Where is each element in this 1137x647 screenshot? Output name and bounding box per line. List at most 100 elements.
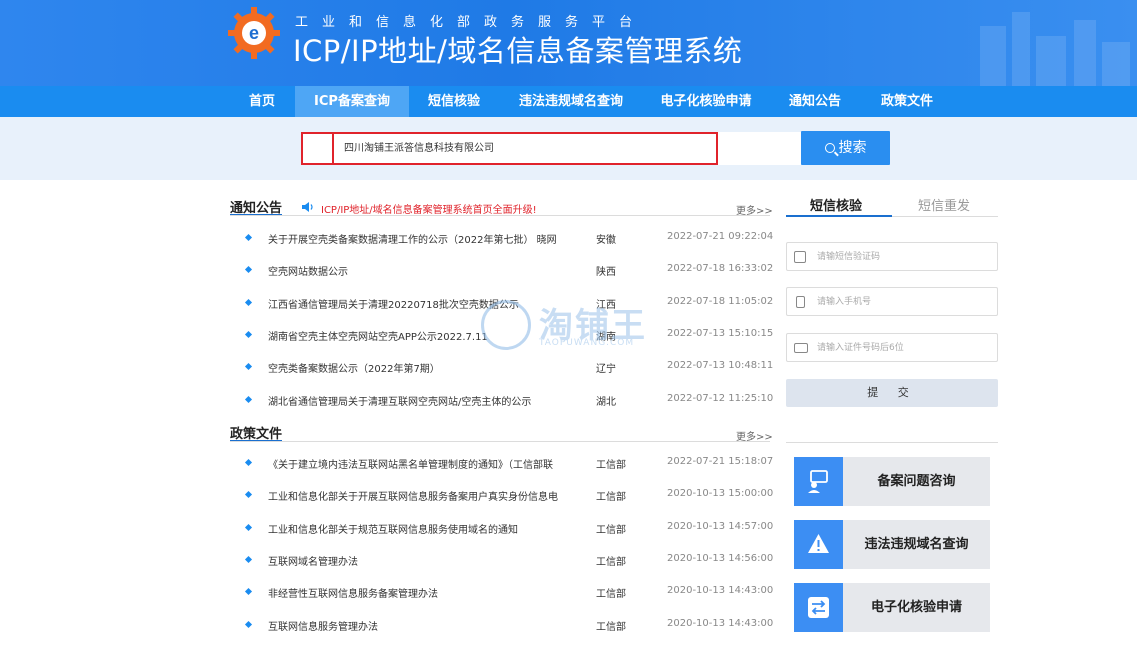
notice-banner-link[interactable]: ICP/IP地址/域名信息备案管理系统首页全面升级!	[321, 201, 537, 216]
card-label: 电子化核验申请	[870, 600, 962, 615]
header-building-graphic	[980, 26, 1006, 86]
search-band: 四川淘铺王派答信息科技有限公司 搜索	[0, 117, 1137, 180]
bullet-icon	[244, 266, 253, 274]
bullet-icon	[244, 395, 253, 403]
policy-region: 工信部	[596, 589, 626, 601]
tab-sms-verify[interactable]: 短信核验	[810, 195, 862, 214]
search-icon	[824, 143, 835, 153]
divider	[230, 441, 770, 442]
notice-region: 辽宁	[596, 364, 616, 376]
phone-icon	[796, 296, 805, 308]
policy-region: 工信部	[596, 460, 626, 471]
policy-title[interactable]: 互联网域名管理办法	[268, 553, 558, 568]
notice-row[interactable]: 空壳网站数据公示 陕西 2022-07-18 16:33:02	[230, 263, 774, 281]
phone-input[interactable]	[817, 293, 987, 311]
policy-row[interactable]: 互联网域名管理办法 工信部 2020-10-13 14:56:00	[230, 552, 774, 571]
policy-title[interactable]: 《关于建立境内违法互联网站黑名单管理制度的通知》（工信部联	[268, 456, 558, 471]
bullet-icon	[244, 233, 253, 242]
policy-title[interactable]: 互联网信息服务管理办法	[268, 618, 558, 633]
bullet-icon	[244, 298, 253, 306]
bullet-icon	[244, 588, 253, 596]
policy-date: 2020-10-13 14:43:00	[667, 585, 774, 597]
speaker-icon	[302, 202, 313, 212]
notice-row[interactable]: 空壳类备案数据公示（2022年第7期） 辽宁 2022-07-13 10:48:11	[230, 360, 773, 378]
notice-date: 2022-07-18 16:33:02	[667, 263, 774, 275]
bullet-icon	[244, 491, 253, 499]
tab-sms-resend[interactable]: 短信重发	[918, 195, 970, 214]
header-title: ICP/IP地址/域名信息备案管理系统	[293, 34, 743, 68]
notice-region: 陕西	[596, 267, 616, 279]
bullet-icon	[244, 555, 253, 563]
notice-region: 湖北	[596, 396, 616, 408]
search-input-highlight	[301, 132, 333, 165]
warning-icon	[794, 520, 843, 569]
notice-title[interactable]: 空壳类备案数据公示（2022年第7期）	[268, 360, 558, 375]
notice-title[interactable]: 湖北省通信管理局关于清理互联网空壳网站/空壳主体的公示	[268, 393, 558, 408]
ministry-logo: e	[228, 7, 280, 59]
policy-region: 工信部	[596, 524, 626, 536]
notice-region: 安徽	[596, 235, 616, 246]
message-icon	[794, 251, 806, 263]
notice-row[interactable]: 湖北省通信管理局关于清理互联网空壳网站/空壳主体的公示 湖北 2022-07-12 …	[230, 392, 774, 411]
notice-title[interactable]: 关于开展空壳类备案数据清理工作的公示（2022年第七批） 晓网	[268, 231, 558, 246]
card-label: 违法违规域名查询	[864, 537, 969, 552]
policy-region: 工信部	[596, 556, 626, 568]
nav-policies[interactable]: 政策文件	[870, 86, 944, 117]
search-input[interactable]: 四川淘铺王派答信息科技有限公司	[332, 132, 718, 165]
bullet-icon	[244, 620, 253, 628]
policy-date: 2020-10-13 14:57:00	[667, 520, 774, 532]
policy-date: 2022-07-21 15:18:07	[667, 456, 774, 467]
bullet-icon	[244, 330, 253, 338]
submit-button[interactable]: 提 交	[786, 379, 998, 407]
notices-more-link[interactable]: 更多>>	[736, 202, 773, 217]
policy-row[interactable]: 工业和信息化部关于规范互联网信息服务使用域名的通知 工信部 2020-10-13 1…	[230, 520, 774, 539]
notice-date: 2022-07-13 15:10:15	[667, 327, 774, 339]
policy-date: 2020-10-13 14:56:00	[667, 552, 774, 564]
policy-title[interactable]: 非经营性互联网信息服务备案管理办法	[268, 585, 558, 600]
policy-title[interactable]: 工业和信息化部关于规范互联网信息服务使用域名的通知	[268, 521, 558, 536]
search-button-label: 搜索	[838, 140, 867, 156]
id-card-icon	[794, 343, 808, 353]
nav-home[interactable]: 首页	[236, 86, 288, 117]
bullet-icon	[244, 363, 253, 371]
header-building-graphic	[1074, 20, 1096, 86]
card-label: 备案问题咨询	[877, 474, 956, 489]
policy-row[interactable]: 《关于建立境内违法互联网站黑名单管理制度的通知》（工信部联 工信部 2022-07-…	[230, 456, 774, 474]
header-building-graphic	[1012, 12, 1030, 86]
policy-date: 2020-10-13 14:43:00	[667, 617, 774, 629]
notice-date: 2022-07-12 11:25:10	[667, 392, 774, 404]
policy-title[interactable]: 工业和信息化部关于开展互联网信息服务备案用户真实身份信息电	[268, 488, 558, 503]
main-nav: 首页 ICP备案查询 短信核验 违法违规域名查询 电子化核验申请 通知公告 政策…	[0, 86, 1137, 117]
notice-date: 2022-07-18 11:05:02	[667, 295, 774, 307]
nav-illegal-domain[interactable]: 违法违规域名查询	[510, 86, 632, 117]
nav-sms-verify[interactable]: 短信核验	[418, 86, 490, 117]
id-field[interactable]	[786, 333, 998, 362]
watermark-domain: TAOPUWANG.COM	[539, 338, 635, 348]
notice-title[interactable]: 空壳网站数据公示	[268, 263, 558, 278]
active-tab-underline	[786, 215, 892, 217]
notice-row[interactable]: 关于开展空壳类备案数据清理工作的公示（2022年第七批） 晓网 安徽 2022-07…	[230, 231, 773, 249]
policy-row[interactable]: 非经营性互联网信息服务备案管理办法 工信部 2020-10-13 14:43:00	[230, 585, 774, 603]
policy-region: 工信部	[596, 621, 626, 633]
policy-row[interactable]: 互联网信息服务管理办法 工信部 2020-10-13 14:43:00	[230, 617, 774, 636]
phone-field[interactable]	[786, 287, 998, 316]
policy-row[interactable]: 工业和信息化部关于开展互联网信息服务备案用户真实身份信息电 工信部 2020-10-…	[230, 488, 773, 506]
bullet-icon	[244, 458, 253, 467]
header-building-graphic	[1036, 36, 1066, 86]
nav-e-verify[interactable]: 电子化核验申请	[652, 86, 760, 117]
id-input[interactable]	[817, 339, 987, 357]
nav-icp-query[interactable]: ICP备案查询	[295, 86, 409, 117]
sms-code-input[interactable]	[817, 248, 987, 266]
divider	[786, 442, 998, 443]
search-button[interactable]: 搜索	[801, 131, 890, 165]
policies-more-link[interactable]: 更多>>	[736, 428, 773, 443]
policy-region: 工信部	[596, 492, 626, 504]
card-e-verify[interactable]: 电子化核验申请	[794, 583, 990, 632]
nav-notices[interactable]: 通知公告	[778, 86, 852, 117]
watermark: 淘铺王 TAOPUWANG.COM	[481, 298, 661, 354]
card-filing-consult[interactable]: 备案问题咨询	[794, 457, 990, 506]
transfer-icon	[794, 583, 843, 632]
sms-code-field[interactable]	[786, 242, 998, 271]
card-illegal-domain[interactable]: 违法违规域名查询	[794, 520, 990, 569]
site-header: e 工业和信息化部政务服务平台 ICP/IP地址/域名信息备案管理系统	[0, 0, 1137, 86]
